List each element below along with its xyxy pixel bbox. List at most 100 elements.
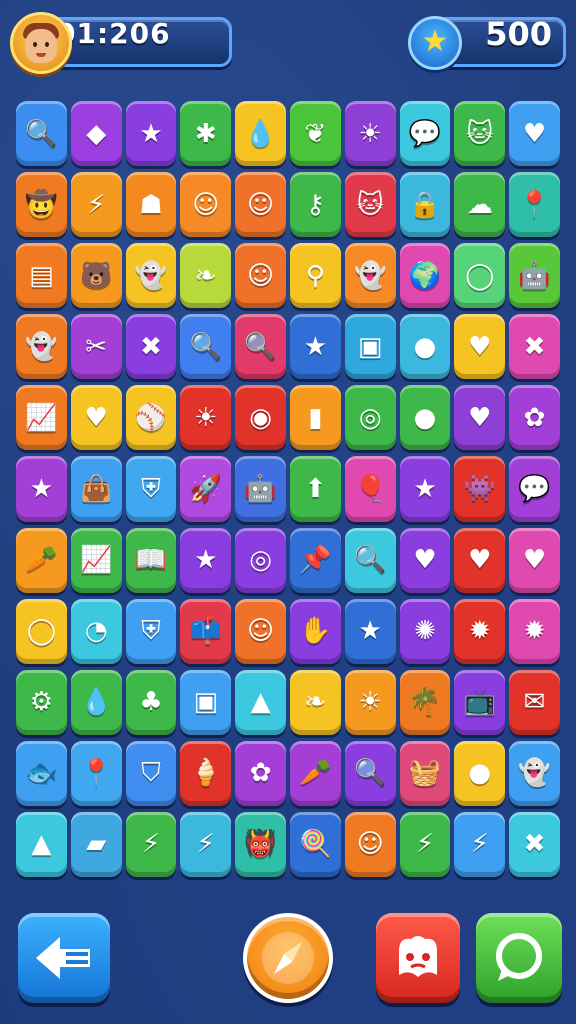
tile[interactable]: ❧ <box>289 669 341 735</box>
tile[interactable]: ⚙ <box>16 669 67 735</box>
tile[interactable]: 🤖 <box>235 456 286 522</box>
tile[interactable]: 📌 <box>289 527 341 593</box>
tile[interactable]: 🐻 <box>70 243 122 309</box>
tile[interactable]: ⚷ <box>289 172 341 238</box>
tile[interactable]: ● <box>399 385 451 451</box>
tile[interactable]: ⚡ <box>454 811 506 878</box>
tile[interactable]: ☺ <box>180 172 232 238</box>
tile[interactable]: 📍 <box>70 740 122 806</box>
tile[interactable]: ♣ <box>125 669 177 735</box>
tile[interactable]: 🥕 <box>16 527 67 593</box>
tile[interactable]: ▮ <box>289 385 341 451</box>
tile[interactable]: 👾 <box>454 456 506 522</box>
tile[interactable]: ★ <box>180 527 232 593</box>
tile[interactable]: 📍 <box>509 172 560 238</box>
tile[interactable]: 🔒 <box>399 172 451 238</box>
tile[interactable]: 💧 <box>70 669 122 735</box>
tile[interactable]: 🤠 <box>16 172 67 238</box>
tile[interactable]: 🚀 <box>180 456 232 522</box>
tile[interactable]: ☺ <box>235 172 286 238</box>
tile[interactable]: 🔍 <box>16 101 67 167</box>
tile[interactable]: ⛨ <box>125 456 177 522</box>
tile[interactable]: ✂ <box>70 314 122 380</box>
tile[interactable]: 📫 <box>180 598 232 664</box>
tile[interactable]: 👻 <box>344 243 396 309</box>
tile[interactable]: 👜 <box>70 456 122 522</box>
tile[interactable]: ◉ <box>235 385 286 451</box>
tile[interactable]: ☺ <box>344 811 396 878</box>
tile[interactable]: ⚡ <box>399 811 451 878</box>
tile[interactable]: 🔍 <box>235 314 286 380</box>
tile[interactable]: 📈 <box>70 527 122 593</box>
tile[interactable]: ★ <box>16 456 67 522</box>
tile[interactable]: ◎ <box>235 527 286 593</box>
tile[interactable]: 🌴 <box>399 669 451 735</box>
tile[interactable]: ☁ <box>454 172 506 238</box>
tile[interactable]: ☀ <box>180 385 232 451</box>
tile[interactable]: ✖ <box>125 314 177 380</box>
tile[interactable]: ✖ <box>509 811 560 878</box>
tile[interactable]: 📈 <box>16 385 67 451</box>
tile[interactable]: ♥ <box>454 314 506 380</box>
tile[interactable]: ⚡ <box>70 172 122 238</box>
chat-button[interactable] <box>476 913 562 1003</box>
tile[interactable]: ✿ <box>235 740 286 806</box>
tile[interactable]: 👻 <box>509 740 560 806</box>
tile[interactable]: ★ <box>289 314 341 380</box>
tile[interactable]: 🌍 <box>399 243 451 309</box>
tile[interactable]: 📖 <box>125 527 177 593</box>
tile[interactable]: ◔ <box>70 598 122 664</box>
tile[interactable]: ⚾ <box>125 385 177 451</box>
tile[interactable]: 🐱 <box>344 172 396 238</box>
tile[interactable]: ▣ <box>344 314 396 380</box>
tile[interactable]: ◆ <box>70 101 122 167</box>
tile[interactable]: ● <box>399 314 451 380</box>
tile[interactable]: ▲ <box>16 811 67 878</box>
tile[interactable]: ★ <box>399 456 451 522</box>
tile[interactable]: 🧺 <box>399 740 451 806</box>
tile[interactable]: 👻 <box>125 243 177 309</box>
tile[interactable]: 🔍 <box>344 527 396 593</box>
compass-button[interactable] <box>243 913 333 1003</box>
tile[interactable]: ▣ <box>180 669 232 735</box>
tile[interactable]: ⚡ <box>180 811 232 878</box>
tile[interactable]: ❧ <box>180 243 232 309</box>
tile[interactable]: 🥕 <box>289 740 341 806</box>
tile[interactable]: ▤ <box>16 243 67 309</box>
tile[interactable]: ★ <box>125 101 177 167</box>
tile[interactable]: ♥ <box>509 101 560 167</box>
tile[interactable]: ♥ <box>399 527 451 593</box>
tile[interactable]: 🐱 <box>454 101 506 167</box>
tile[interactable]: ⬆ <box>289 456 341 522</box>
tile[interactable]: ⚲ <box>289 243 341 309</box>
tile[interactable]: 💬 <box>399 101 451 167</box>
tile[interactable]: 👹 <box>235 811 286 878</box>
tile[interactable]: ✖ <box>509 314 560 380</box>
tile[interactable]: ☺ <box>235 243 286 309</box>
tile[interactable]: 🎈 <box>344 456 396 522</box>
player-avatar[interactable] <box>10 12 72 74</box>
mascot-button[interactable] <box>376 913 460 1003</box>
tile[interactable]: ✹ <box>509 598 560 664</box>
tile[interactable]: 👻 <box>16 314 67 380</box>
tile[interactable]: 🔍 <box>180 314 232 380</box>
tile[interactable]: ♥ <box>454 385 506 451</box>
back-button[interactable] <box>18 913 110 1003</box>
tile[interactable]: 🐟 <box>16 740 67 806</box>
tile[interactable]: 🔍 <box>344 740 396 806</box>
tile[interactable]: ✱ <box>180 101 232 167</box>
tile[interactable]: ✹ <box>454 598 506 664</box>
tile[interactable]: ☺ <box>235 598 286 664</box>
tile[interactable]: ☀ <box>344 669 396 735</box>
tile[interactable]: ◎ <box>344 385 396 451</box>
tile[interactable]: ★ <box>344 598 396 664</box>
tile[interactable]: 📺 <box>454 669 506 735</box>
tile[interactable]: ✋ <box>289 598 341 664</box>
tile[interactable]: ◯ <box>16 598 67 664</box>
tile[interactable]: ▰ <box>70 811 122 878</box>
tile[interactable]: ♥ <box>509 527 560 593</box>
tile[interactable]: ✉ <box>509 669 560 735</box>
tile[interactable]: ☀ <box>344 101 396 167</box>
tile[interactable]: ◯ <box>454 243 506 309</box>
tile[interactable]: ✺ <box>399 598 451 664</box>
